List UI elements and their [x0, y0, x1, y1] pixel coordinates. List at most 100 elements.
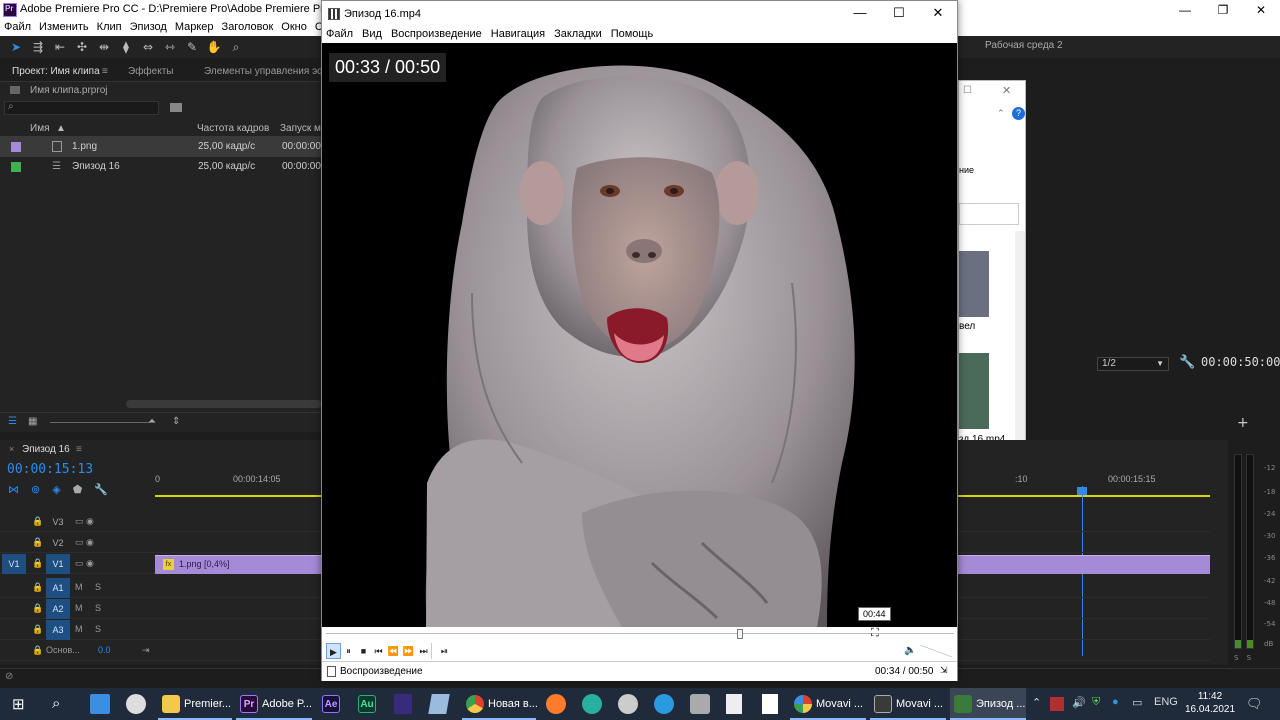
seek-handle[interactable] [737, 629, 744, 639]
project-search-input[interactable]: ⌕ [4, 101, 159, 115]
menu-edit[interactable]: Изменить [39, 20, 89, 36]
menu-title[interactable]: Заголовок [222, 20, 274, 36]
taskbar-item-premiere[interactable]: Pr Adobe P... [236, 688, 312, 720]
taskbar-item-chrome[interactable]: Новая в... [462, 688, 538, 720]
wrench-icon[interactable]: 🔧 [94, 483, 108, 496]
close-button[interactable]: ✕ [918, 1, 958, 27]
previous-icon[interactable]: ⏮ [371, 643, 386, 659]
razor-tool-icon[interactable]: ⧫ [118, 39, 134, 55]
timeline-clip[interactable]: fx 1.png [0,4%] [155, 555, 322, 574]
sequence-tab[interactable]: Эпизод 16 [22, 444, 70, 455]
slide-tool-icon[interactable]: ⇿ [162, 39, 178, 55]
video-frame[interactable]: 00:33 / 00:50 [322, 43, 957, 627]
tab-effects[interactable]: Эффекты [128, 66, 173, 77]
insert-icon[interactable]: ◈ [52, 483, 60, 496]
tray-app-icon[interactable] [1050, 697, 1064, 711]
search-icon[interactable]: ⌕ [52, 695, 60, 712]
pause-icon[interactable]: ⏸ [341, 643, 356, 659]
toggle-output-icon[interactable]: ▭ ◉ [75, 537, 94, 548]
track-select-tool-icon[interactable]: ⇶ [30, 39, 46, 55]
maximize-button[interactable]: ❐ [1204, 0, 1242, 20]
tab-effect-controls[interactable]: Элементы управления эфф [204, 66, 334, 77]
lock-icon[interactable]: 🔒 [32, 645, 43, 656]
chevron-up-icon[interactable]: ⌃ [997, 108, 1005, 119]
seek-track[interactable] [326, 633, 954, 634]
sort-asc-icon[interactable]: ▲ [56, 123, 66, 134]
lock-icon[interactable]: 🔒 [32, 558, 43, 569]
rate-stretch-tool-icon[interactable]: ⇹ [96, 39, 112, 55]
solo-buttons[interactable]: S S [1234, 654, 1254, 662]
lock-icon[interactable]: 🔒 [32, 516, 43, 527]
menu-view[interactable]: Вид [362, 27, 382, 43]
lock-icon[interactable]: 🔒 [32, 582, 43, 593]
new-bin-icon[interactable] [170, 103, 182, 112]
next-icon[interactable]: ⏭ [416, 643, 431, 659]
menu-file[interactable]: Файл [326, 27, 353, 43]
taskbar-item-movavi-2[interactable]: Movavi ... [870, 688, 946, 720]
workspace-tab[interactable]: Рабочая среда 2 [985, 40, 1063, 51]
track-label[interactable]: A3 [46, 620, 70, 640]
taskbar-item-after-effects[interactable]: Ae [318, 688, 346, 720]
list-view-icon[interactable]: ☰ [8, 416, 17, 427]
timeline-timecode[interactable]: 00:00:15:13 [7, 462, 93, 477]
start-button-icon[interactable]: ⊞ [12, 695, 25, 713]
minimize-button[interactable]: — [840, 1, 880, 27]
volume-icon[interactable]: 🔈 [904, 645, 916, 656]
telegram-icon[interactable] [654, 694, 674, 714]
toggle-output-icon[interactable]: ▭ ◉ [75, 516, 94, 527]
stop-icon[interactable]: ■ [356, 643, 371, 659]
zoom-level-select[interactable]: 1/2 ▼ [1097, 357, 1169, 371]
notepad-icon[interactable] [762, 694, 778, 714]
track-label[interactable]: A2 [46, 599, 70, 619]
linked-selection-icon[interactable]: ⊚ [31, 483, 40, 496]
menu-bookmarks[interactable]: Закладки [554, 27, 602, 43]
network-icon[interactable]: ▭ [1132, 696, 1142, 709]
maximize-icon[interactable]: ☐ [963, 85, 972, 96]
frame-step-icon[interactable]: ⏯ [437, 643, 452, 659]
firefox-icon[interactable] [546, 694, 566, 714]
explorer-search-input[interactable] [959, 203, 1019, 225]
project-item[interactable]: ☰ Эпизод 16 25,00 кадр/с 00:00:00 [0, 157, 322, 177]
hand-tool-icon[interactable]: ✋ [206, 39, 222, 55]
column-media-start[interactable]: Запуск ме [280, 123, 327, 134]
mute-solo-buttons[interactable]: M S [75, 624, 106, 634]
minimize-button[interactable]: — [1166, 0, 1204, 20]
project-item[interactable]: 1.png 25,00 кадр/с 00:00:00 [0, 137, 322, 157]
menu-navigation[interactable]: Навигация [491, 27, 545, 43]
volume-icon[interactable]: 🔊 [1072, 696, 1086, 709]
app-icon[interactable] [428, 694, 450, 714]
taskbar-item-audition[interactable]: Au [354, 688, 382, 720]
forward-icon[interactable]: ⏩ [401, 643, 416, 659]
tab-menu-icon[interactable]: ≡ [102, 66, 108, 77]
go-to-end-icon[interactable]: ⇥ [142, 645, 150, 656]
menu-clip[interactable]: Клип [97, 20, 122, 36]
menu-playback[interactable]: Воспроизведение [391, 27, 482, 43]
menu-help[interactable]: Помощь [611, 27, 654, 43]
app-icon[interactable] [126, 694, 146, 714]
taskbar-item-movavi-1[interactable]: Movavi ... [790, 688, 866, 720]
menu-file[interactable]: Файл [4, 20, 31, 36]
zoom-slider[interactable] [50, 422, 150, 423]
column-framerate[interactable]: Частота кадров [197, 123, 269, 134]
selection-tool-icon[interactable]: ➤ [8, 39, 24, 55]
panel-menu-icon[interactable]: ≡ [76, 444, 82, 455]
toggle-output-icon[interactable]: ▭ ◉ [75, 558, 94, 569]
notifications-icon[interactable]: 🗨 [1246, 696, 1263, 712]
tab-project[interactable]: Проект: Имя клипа [12, 66, 100, 77]
telegram-tray-icon[interactable]: ● [1112, 696, 1119, 708]
zoom-tool-icon[interactable]: ⌕ [228, 39, 244, 55]
video-thumbnail[interactable] [959, 353, 989, 429]
menu-sequence[interactable]: Эпизод [130, 20, 167, 36]
column-name[interactable]: Имя [30, 123, 49, 134]
rolling-edit-tool-icon[interactable]: ✣ [74, 39, 90, 55]
snap-icon[interactable]: ⋈ [8, 483, 19, 496]
track-label[interactable]: V1 [46, 554, 70, 574]
mail-icon[interactable] [90, 694, 110, 714]
chevron-up-icon[interactable]: ⌃ [1032, 696, 1041, 709]
resize-grip-icon[interactable]: ⇲ [940, 665, 948, 676]
app-icon[interactable] [618, 694, 638, 714]
language-indicator[interactable]: ENG [1154, 696, 1178, 708]
app-icon[interactable] [690, 694, 710, 714]
source-patch[interactable]: V1 [2, 554, 26, 574]
add-marker-icon[interactable]: ⬟ [73, 483, 83, 496]
